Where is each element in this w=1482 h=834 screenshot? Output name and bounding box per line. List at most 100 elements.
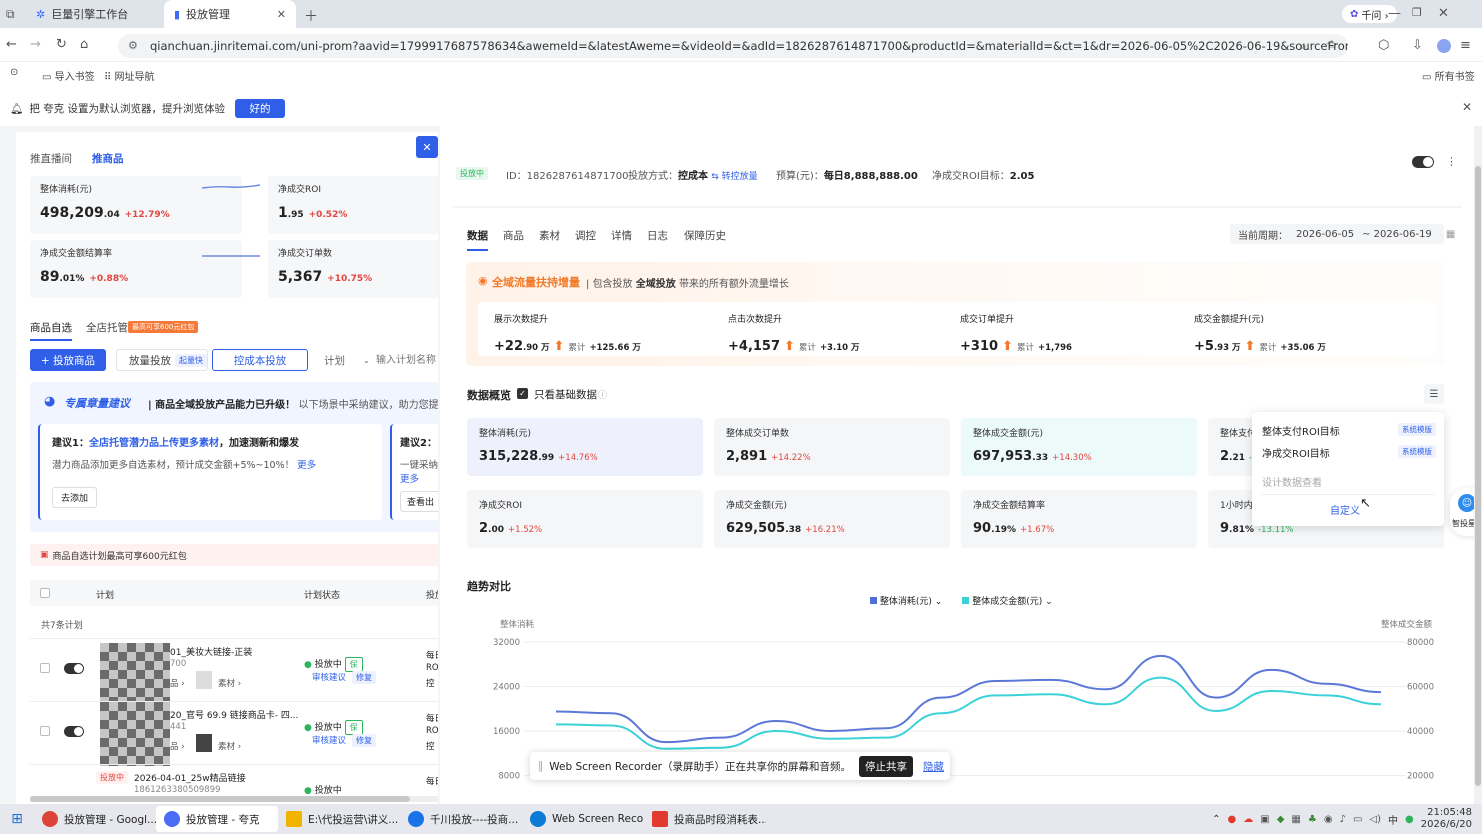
tab-goods[interactable]: 商品	[503, 228, 524, 243]
tray-status-icon[interactable]: ●	[1405, 814, 1414, 825]
add-material-button[interactable]: 去添加	[52, 487, 98, 508]
material-link[interactable]: 素材 ›	[218, 677, 241, 689]
review-link[interactable]: 审核建议	[312, 671, 346, 683]
kpi-card[interactable]: 净成交金额(元) 629,505.38 +16.21%	[714, 490, 950, 548]
legend-item-spend[interactable]: 整体消耗(元) ⌄	[870, 594, 942, 607]
site-info-icon[interactable]: ⚙	[128, 39, 138, 52]
dropdown-item-payment-roi[interactable]: 整体支付ROI目标	[1262, 423, 1340, 438]
product-link[interactable]: 品 ›	[170, 677, 185, 689]
avatar[interactable]	[1437, 39, 1451, 53]
row-toggle[interactable]	[64, 726, 84, 737]
drawer-close-button[interactable]: ✕	[416, 136, 438, 158]
hide-link[interactable]: 隐藏	[923, 759, 944, 774]
taskbar-item[interactable]: 投放管理 - 夸克	[156, 806, 278, 832]
taskbar-item[interactable]: 千川投放----投商...	[400, 806, 522, 832]
notice-close-icon[interactable]: ✕	[1462, 100, 1472, 114]
legend-item-gmv[interactable]: 整体成交金额(元) ⌄	[962, 594, 1053, 607]
suggestion-1-link[interactable]: 全店托管潜力品上传更多素材	[89, 438, 219, 449]
browser-tab-workbench[interactable]: ✲ 巨量引擎工作台	[26, 0, 164, 28]
only-basic-checkbox[interactable]: ✓	[517, 388, 528, 399]
extensions-icon[interactable]: ⬡	[1378, 38, 1389, 53]
tray-image-icon[interactable]: ▣	[1260, 814, 1269, 825]
notice-ok-button[interactable]: 好的	[235, 98, 286, 118]
clock[interactable]: 21:05:48 2026/6/20	[1421, 807, 1472, 831]
download-icon[interactable]: ⇩	[1412, 38, 1423, 53]
plan-name[interactable]: 01_美妆大链接-正装	[170, 645, 252, 658]
vertical-scrollbar[interactable]	[1474, 126, 1482, 804]
tray-leaf-icon[interactable]: ♣	[1308, 814, 1317, 825]
dropdown-item-net-roi[interactable]: 净成交ROI目标	[1262, 445, 1330, 460]
row-toggle[interactable]	[64, 663, 84, 674]
tab-close-icon[interactable]: ✕	[277, 8, 286, 21]
fix-badge[interactable]: 修复	[352, 734, 376, 747]
kpi-card[interactable]: 净成交金额结算率 90.19% +1.67%	[961, 490, 1197, 548]
tab-log[interactable]: 日志	[647, 228, 668, 243]
tab-detail[interactable]: 详情	[611, 228, 632, 243]
review-link[interactable]: 审核建议	[312, 734, 346, 746]
help-icon[interactable]: ⓘ	[598, 388, 607, 401]
menu-icon[interactable]: ≡	[1460, 38, 1471, 53]
window-close-icon[interactable]: ✕	[1438, 6, 1449, 21]
volume-icon[interactable]: ◁)	[1369, 814, 1381, 825]
suggestion-2-more-link[interactable]: 更多	[400, 471, 438, 485]
table-row[interactable]: 01_美妆大链接-正装 700 品 › 素材 › ● 投放中 保 审核建议 修复…	[30, 638, 438, 707]
plan-toggle[interactable]	[1412, 156, 1434, 168]
tab-control[interactable]: 调控	[575, 228, 596, 243]
kpi-card[interactable]: 整体消耗(元) 315,228.99 +14.76%	[467, 418, 703, 476]
tab-data[interactable]: 数据	[467, 228, 488, 251]
product-link[interactable]: 品 ›	[170, 740, 185, 752]
dropdown-placeholder[interactable]: 设计数据查看	[1262, 474, 1322, 489]
tab-guarantee-history[interactable]: 保障历史	[684, 228, 726, 243]
tab-products[interactable]: 推商品	[92, 151, 124, 166]
table-row[interactable]: 20_官号 69.9 链接商品卡- 四... 441 品 › 素材 › ● 投放…	[30, 701, 438, 766]
tray-gpu-icon[interactable]: ▦	[1291, 814, 1300, 825]
plan-search-input[interactable]	[376, 349, 438, 371]
tray-mic-icon[interactable]: ♪	[1340, 814, 1346, 825]
taskbar-item[interactable]: Web Screen Reco...	[522, 806, 644, 832]
custom-link[interactable]: 自定义	[1330, 502, 1360, 517]
drag-handle-icon[interactable]: ‖	[538, 760, 543, 772]
kpi-card[interactable]: 整体成交金额(元) 697,953.33 +14.30%	[961, 418, 1197, 476]
reload-icon[interactable]: ↻	[56, 37, 67, 52]
browser-tab-campaign[interactable]: ▮ 投放管理 ✕	[164, 0, 296, 28]
plan-name[interactable]: 20_官号 69.9 链接商品卡- 四...	[170, 708, 298, 721]
material-link[interactable]: 素材 ›	[218, 740, 241, 752]
taskbar-item[interactable]: 投商品时段消耗表...	[644, 806, 766, 832]
home-icon[interactable]: ⌂	[80, 37, 88, 52]
restore-icon[interactable]: ❐	[1412, 6, 1422, 19]
taskbar-item[interactable]: 投放管理 - Googl...	[34, 806, 156, 832]
tab-overview-icon[interactable]: ⧉	[6, 7, 15, 22]
more-icon[interactable]: ⋮	[1446, 155, 1457, 168]
table-row[interactable]: 投放中 2026-04-01_25w精品链接 1861263380509899 …	[30, 764, 438, 796]
volume-mode-button[interactable]: 放量投放 起量快	[116, 349, 208, 371]
tray-chevron-icon[interactable]: ⌃	[1212, 814, 1220, 825]
start-icon[interactable]: ⊞	[0, 811, 34, 827]
tray-cloud-icon[interactable]: ☁	[1243, 814, 1253, 825]
bookmark-star-icon[interactable]: ☆	[1326, 38, 1338, 53]
horizontal-scrollbar[interactable]	[30, 796, 438, 802]
suggestion-1-more-link[interactable]: 更多	[297, 460, 316, 471]
import-bookmarks-link[interactable]: ▭ 导入书签	[42, 68, 95, 83]
minimize-icon[interactable]: —	[1388, 6, 1401, 21]
tab-self-select[interactable]: 商品自选	[30, 320, 72, 341]
settings-icon[interactable]: ☰	[1424, 384, 1444, 404]
bookmark-tool-icon[interactable]: ⊙	[10, 67, 18, 78]
tray-wechat-icon[interactable]: ◉	[1324, 814, 1333, 825]
back-icon[interactable]: ←	[6, 37, 17, 52]
add-product-button[interactable]: + 投放商品	[30, 349, 106, 371]
nav-bookmarks-link[interactable]: ⠿ 网址导航	[104, 68, 155, 83]
row-checkbox[interactable]	[40, 663, 50, 673]
cost-mode-button[interactable]: 控成本投放	[212, 349, 308, 371]
stop-sharing-button[interactable]: 停止共享	[858, 755, 913, 777]
date-range-picker[interactable]: 当前周期： 2026-06-05 ~ 2026-06-19 ▦	[1230, 224, 1455, 244]
ime-indicator[interactable]: 中	[1388, 812, 1398, 827]
forward-icon[interactable]: →	[30, 37, 41, 52]
kpi-card[interactable]: 净成交ROI 2.00 +1.52%	[467, 490, 703, 548]
plan-name[interactable]: 2026-04-01_25w精品链接	[134, 771, 246, 784]
view-button[interactable]: 查看出	[400, 491, 438, 512]
tab-live-room[interactable]: 推直播间	[30, 151, 72, 166]
plan-select[interactable]: 计划 ⌄	[316, 349, 374, 371]
fix-badge[interactable]: 修复	[352, 671, 376, 684]
zoom-icon[interactable]: ⌕	[1300, 39, 1307, 54]
taskbar-item[interactable]: E:\代投运营\讲义...	[278, 806, 400, 832]
